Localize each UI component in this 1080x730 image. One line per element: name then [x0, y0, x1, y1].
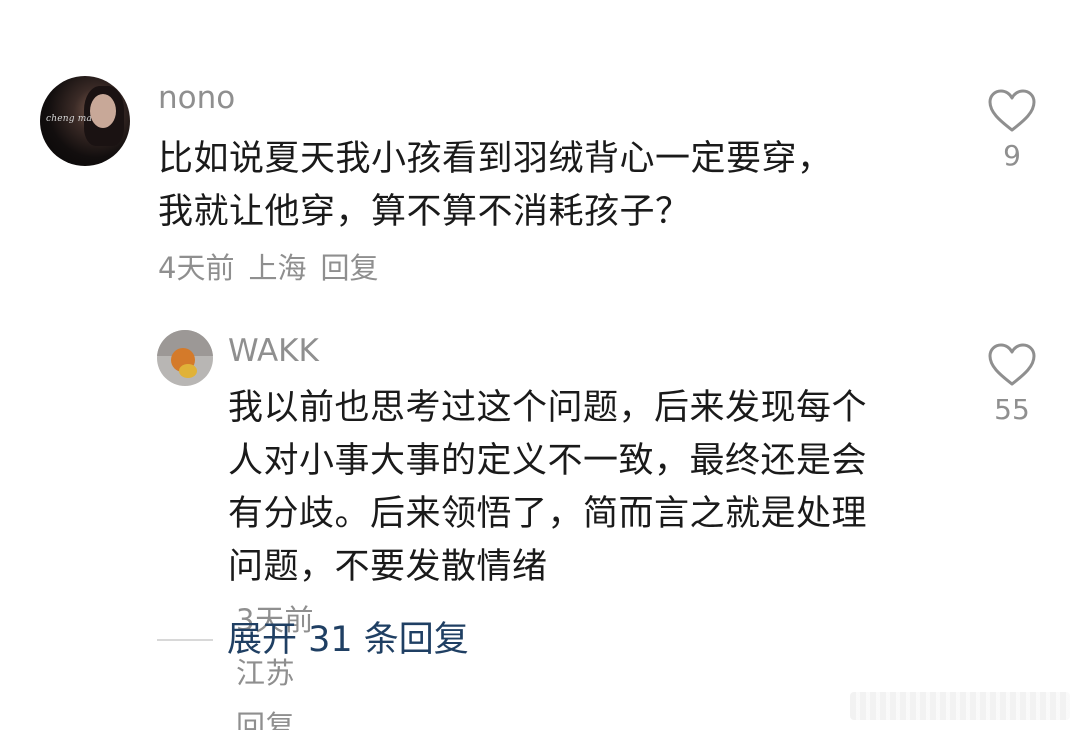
reply-meta: 3天前 江苏 回复	[236, 594, 867, 730]
comment-text-line: 比如说夏天我小孩看到羽绒背心一定要穿，	[158, 139, 833, 179]
expand-divider	[157, 639, 213, 641]
heart-outline-icon	[988, 89, 1036, 132]
comment-username[interactable]: nono	[158, 80, 235, 116]
reply-reply-button[interactable]: 回复	[236, 700, 853, 730]
expand-replies-button[interactable]: 展开 31 条回复	[157, 618, 469, 662]
like-count: 9	[1003, 139, 1021, 172]
avatar-face-shape	[90, 94, 116, 128]
reply-text[interactable]: 我以前也思考过这个问题，后来发现每个 人对小事大事的定义不一致，最终还是会 有分…	[228, 382, 867, 730]
reply-text-line: 人对小事大事的定义不一致，最终还是会	[228, 441, 868, 481]
comment-thread: cheng man nono 比如说夏天我小孩看到羽绒背心一定要穿， 我就让他穿…	[0, 0, 1080, 730]
comment-text-line: 我就让他穿，算不算不消耗孩子？	[158, 192, 691, 232]
comment-text[interactable]: 比如说夏天我小孩看到羽绒背心一定要穿， 我就让他穿，算不算不消耗孩子？	[158, 133, 833, 239]
reply-username[interactable]: WAKK	[228, 333, 319, 369]
expand-replies-label: 展开 31 条回复	[227, 620, 469, 660]
comment-meta: 4天前 上海 回复	[158, 251, 392, 285]
heart-outline-icon	[988, 343, 1036, 386]
reply-avatar[interactable]	[157, 330, 213, 386]
comment-time: 4天前	[158, 251, 235, 285]
reply-text-line: 有分歧。后来领悟了，简而言之就是处理	[228, 494, 868, 534]
reply-button[interactable]: 回复	[320, 251, 378, 285]
reply-text-line: 我以前也思考过这个问题，后来发现每个	[228, 388, 868, 428]
reply-like-count: 55	[994, 393, 1030, 426]
watermark	[850, 692, 1070, 720]
reply-text-line: 问题，不要发散情绪	[228, 547, 548, 587]
reply-like-button[interactable]: 55	[977, 342, 1047, 426]
avatar[interactable]: cheng man	[40, 76, 130, 166]
like-button[interactable]: 9	[977, 88, 1047, 172]
comment-location: 上海	[248, 251, 307, 285]
avatar-fruit-shape	[179, 364, 197, 378]
